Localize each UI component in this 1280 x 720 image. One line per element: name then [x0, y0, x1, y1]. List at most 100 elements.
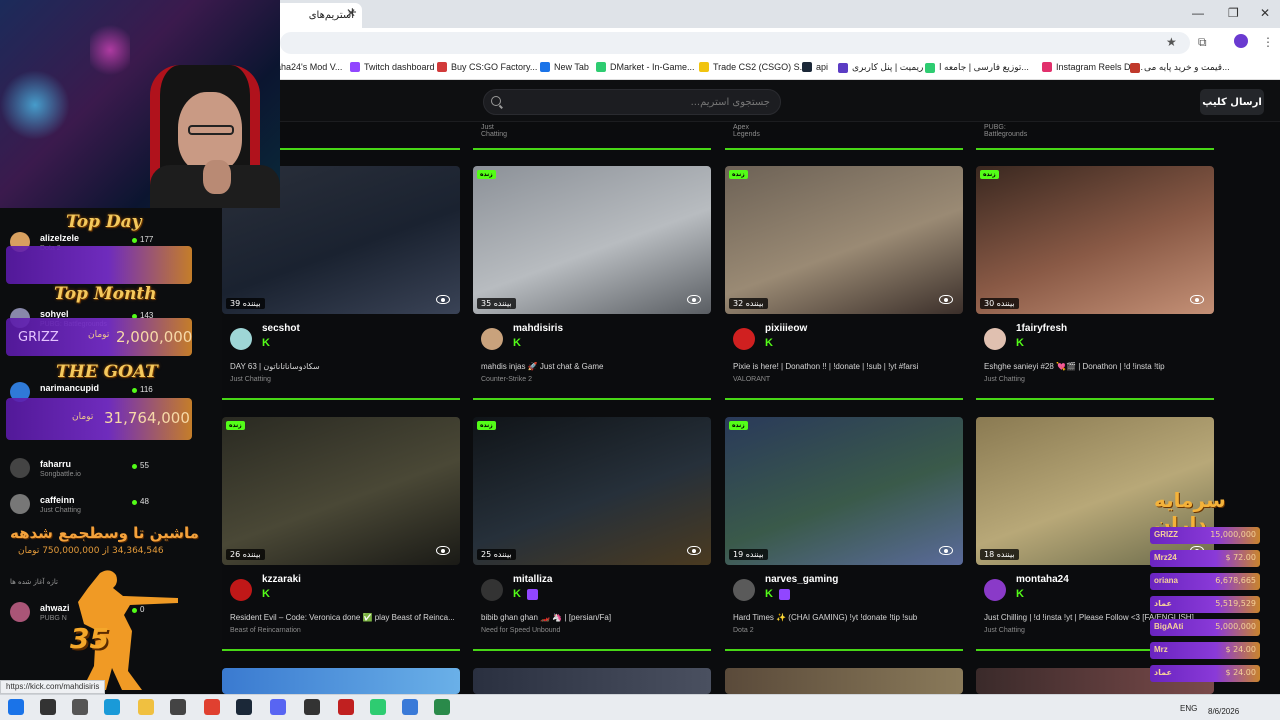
streamer-avatar[interactable]	[481, 328, 503, 350]
app-icon[interactable]	[434, 699, 450, 715]
viewer-count: 19 بیننده	[729, 549, 768, 560]
cam-light	[90, 20, 130, 80]
streamer-avatar[interactable]	[230, 328, 252, 350]
stream-title[interactable]: mahdis injas 🚀 Just chat & Game	[481, 362, 719, 371]
restore-icon[interactable]: ❐	[1228, 6, 1239, 20]
bookmark-item[interactable]: Instagram Reels Do...	[1042, 62, 1143, 72]
discord-icon[interactable]	[270, 699, 286, 715]
live-dot-icon	[132, 464, 137, 469]
streamer-name[interactable]: 1fairyfresh	[1016, 323, 1067, 334]
stream-thumbnail[interactable]: زنده 25 بیننده	[473, 417, 711, 565]
streamer-name[interactable]: secshot	[262, 323, 300, 334]
app-icon[interactable]	[370, 699, 386, 715]
stream-thumbnail[interactable]	[222, 668, 460, 694]
channel-avatar[interactable]	[10, 602, 30, 622]
channel-name[interactable]: narimancupid	[40, 383, 99, 393]
search-input[interactable]	[483, 89, 781, 115]
bookmark-item[interactable]: Buy CS:GO Factory...	[437, 62, 537, 72]
stream-title[interactable]: DAY 63 | سکادوساناتاناتون	[230, 362, 468, 371]
stream-category[interactable]: Just Chatting	[984, 376, 1025, 383]
stream-thumbnail[interactable]	[725, 668, 963, 694]
streamer-name[interactable]: narves_gaming	[765, 574, 838, 585]
eye-icon[interactable]	[436, 546, 450, 555]
eye-icon[interactable]	[687, 295, 701, 304]
stream-category[interactable]: VALORANT	[733, 376, 770, 383]
chrome-icon[interactable]	[204, 699, 220, 715]
streamer-avatar[interactable]	[733, 579, 755, 601]
stream-thumbnail[interactable]: زنده 19 بیننده	[725, 417, 963, 565]
streamer-avatar[interactable]	[230, 579, 252, 601]
menu-kebab-icon[interactable]: ⋮	[1262, 35, 1274, 49]
streamer-name[interactable]: mahdisiris	[513, 323, 563, 334]
bookmark-item[interactable]: توزیع فارسی | جامعه ا...	[925, 62, 1029, 73]
bookmark-item[interactable]: قیمت و خرید پایه می...	[1130, 62, 1230, 73]
eye-icon[interactable]	[687, 546, 701, 555]
streamer-name[interactable]: mitalliza	[513, 574, 552, 585]
streamer-avatar[interactable]	[481, 579, 503, 601]
stream-category[interactable]: Just Chatting	[230, 376, 271, 383]
previous-row-category[interactable]: Apex Legends	[733, 124, 760, 138]
clock-date[interactable]: 8/6/2026	[1208, 707, 1239, 716]
windows-start-icon[interactable]	[8, 699, 24, 715]
kick-verified-icon: K	[1016, 588, 1024, 600]
stream-thumbnail[interactable]: زنده 32 بیننده	[725, 166, 963, 314]
steam-icon[interactable]	[236, 699, 252, 715]
stream-title[interactable]: Pixie is here! | Donathon !! | !donate |…	[733, 362, 971, 371]
bookmark-item[interactable]: DMarket - In-Game...	[596, 62, 695, 72]
stream-category[interactable]: Dota 2	[733, 627, 754, 634]
eye-icon[interactable]	[1190, 295, 1204, 304]
send-clip-button[interactable]: ارسال کلیپ	[1200, 89, 1264, 115]
stream-title[interactable]: Resident Evil – Code: Veronica done ✅ pl…	[230, 613, 468, 622]
stream-title[interactable]: Hard Times ✨ (CHAI GAMING) !yt !donate !…	[733, 613, 971, 622]
store-icon[interactable]	[170, 699, 186, 715]
close-window-icon[interactable]: ✕	[1260, 6, 1270, 20]
file-explorer-icon[interactable]	[138, 699, 154, 715]
channel-name[interactable]: caffeinn	[40, 495, 75, 505]
stream-category[interactable]: Beast of Reincarnation	[230, 627, 301, 634]
streamer-avatar[interactable]	[984, 328, 1006, 350]
minimize-icon[interactable]: —	[1192, 6, 1204, 20]
stream-title[interactable]: bibib ghan ghan 🏎️ 🦄 | [persian/Fa]	[481, 613, 719, 622]
app-icon[interactable]	[402, 699, 418, 715]
search-icon[interactable]	[40, 699, 56, 715]
omnibox[interactable]	[280, 32, 1190, 54]
task-view-icon[interactable]	[72, 699, 88, 715]
eye-icon[interactable]	[436, 295, 450, 304]
channel-avatar[interactable]	[10, 494, 30, 514]
bookmark-item[interactable]: ریمیت | پنل کاربری	[838, 62, 923, 73]
channel-name[interactable]: alizelzele	[40, 233, 79, 243]
stream-thumbnail[interactable]: زنده 35 بیننده	[473, 166, 711, 314]
bookmark-star-icon[interactable]: ★	[1166, 35, 1177, 49]
bookmark-item[interactable]: New Tab	[540, 62, 589, 72]
profile-avatar-icon[interactable]	[1234, 34, 1248, 48]
month-donor: GRIZZ	[18, 330, 59, 345]
top-month-heading: Top Month	[54, 284, 157, 304]
eye-icon[interactable]	[939, 295, 953, 304]
channel-avatar[interactable]	[10, 458, 30, 478]
bookmark-item[interactable]: Trade CS2 (CSGO) S...	[699, 62, 807, 72]
streamer-name[interactable]: kzzaraki	[262, 574, 301, 585]
new-tab-icon[interactable]: +	[348, 4, 357, 21]
stream-thumbnail[interactable]: زنده 26 بیننده	[222, 417, 460, 565]
bookmark-item[interactable]: Twitch dashboard	[350, 62, 435, 72]
lang-indicator[interactable]: ENG	[1180, 704, 1197, 713]
stream-title[interactable]: Eshghe sanieyi #28 💘🎬 | Donathon | !d !i…	[984, 362, 1222, 371]
channel-name[interactable]: faharru	[40, 459, 71, 469]
streamer-name[interactable]: montaha24	[1016, 574, 1069, 585]
extensions-icon[interactable]: ⧉	[1198, 35, 1207, 50]
streamer-avatar[interactable]	[733, 328, 755, 350]
previous-row-category[interactable]: PUBG: Battlegrounds	[984, 124, 1027, 138]
edge-icon[interactable]	[104, 699, 120, 715]
bookmark-item[interactable]: api	[802, 62, 828, 72]
stream-thumbnail[interactable]: زنده 30 بیننده	[976, 166, 1214, 314]
obs-icon[interactable]	[304, 699, 320, 715]
app-icon[interactable]	[338, 699, 354, 715]
previous-row-category[interactable]: Just Chatting	[481, 124, 507, 138]
stream-thumbnail[interactable]	[473, 668, 711, 694]
eye-icon[interactable]	[939, 546, 953, 555]
stream-category[interactable]: Just Chatting	[984, 627, 1025, 634]
streamer-avatar[interactable]	[984, 579, 1006, 601]
streamer-name[interactable]: pixiiieow	[765, 323, 807, 334]
stream-category[interactable]: Need for Speed Unbound	[481, 627, 560, 634]
stream-category[interactable]: Counter-Strike 2	[481, 376, 532, 383]
